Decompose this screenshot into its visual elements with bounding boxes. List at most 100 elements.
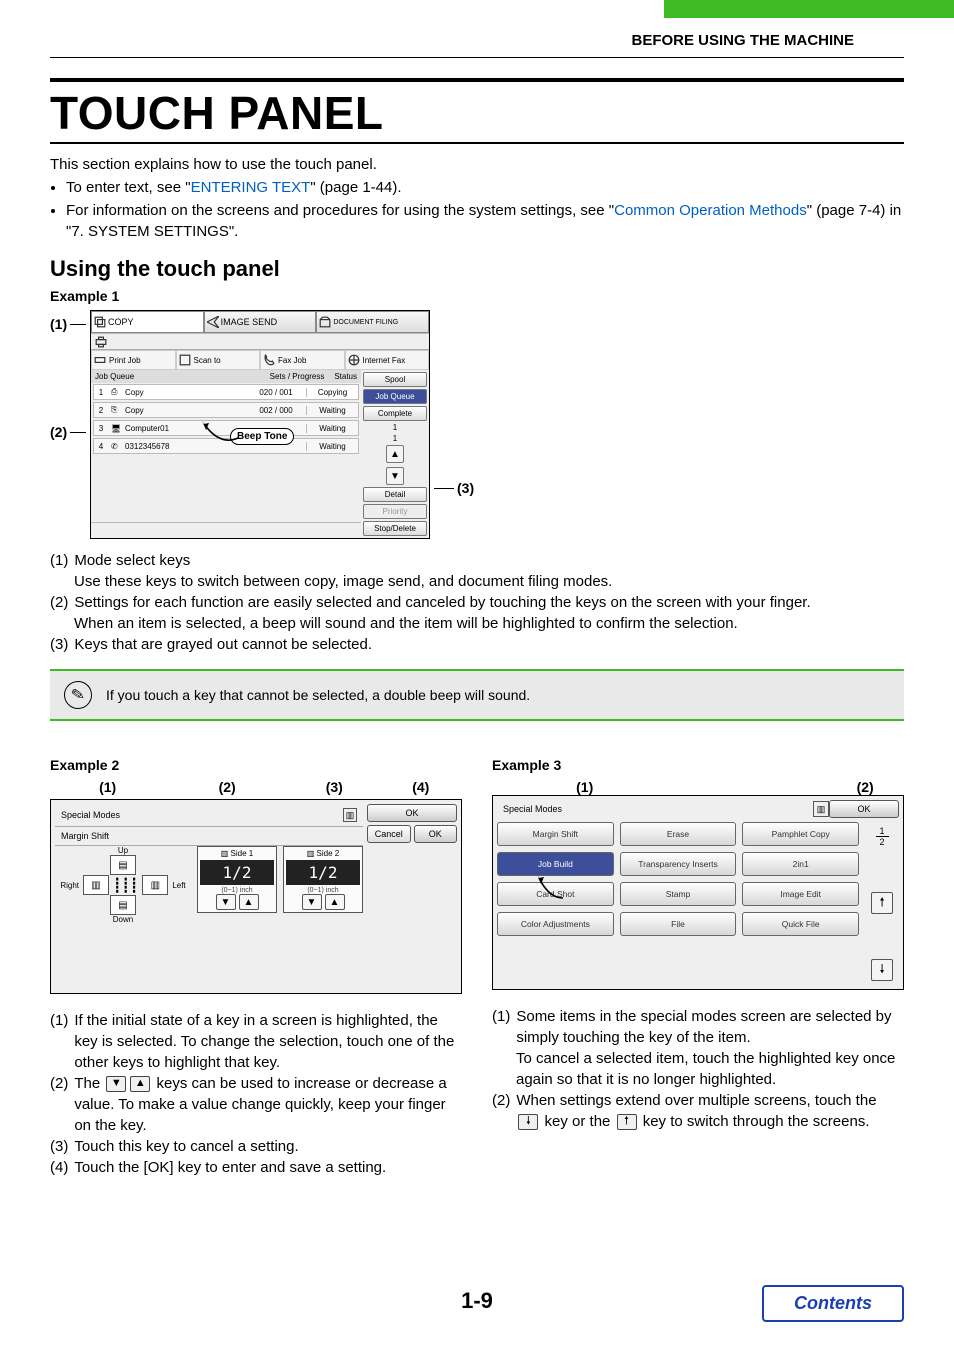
list-item: (3)Touch this key to cancel a setting. [50,1136,462,1157]
table-row[interactable]: 1 ⎙ Copy 020 / 001 Copying [93,384,359,400]
sub-tab-fax[interactable]: Fax Job [260,350,345,370]
special-mode-button[interactable]: File [620,912,737,936]
list-item: (3) Keys that are grayed out cannot be se… [50,634,904,655]
num: (1) [492,1006,510,1048]
cell: 2 [94,406,108,415]
stop-delete-button[interactable]: Stop/Delete [363,521,427,536]
list-item: (1)Mode select keys [50,550,904,571]
text: Touch the [OK] key to enter and save a s… [74,1157,386,1178]
list-body: Use these keys to switch between copy, i… [74,571,904,592]
decrease-button[interactable]: ▼ [216,894,236,910]
scroll-up-button[interactable]: ▲ [386,445,404,463]
cell: Copying [306,388,358,397]
printer-icon [94,354,106,366]
text: When settings extend over multiple scree… [516,1090,904,1132]
callout-1: (1) [50,316,86,332]
link-common-ops[interactable]: Common Operation Methods [614,202,807,219]
mode-tab-doc-filing[interactable]: DOCUMENT FILING [316,311,429,333]
num: (2) [50,592,68,613]
text: The ▼▲ keys can be used to increase or d… [74,1073,462,1136]
link-entering-text[interactable]: ENTERING TEXT [191,179,311,196]
marker: (3) [289,779,380,795]
dir-left: Left [172,881,185,890]
doc-icon: ▥ [343,808,357,822]
right-icon[interactable]: ▥ [83,875,109,895]
range: (0~1) inch [286,887,360,894]
cell: Waiting [306,406,358,415]
cell: Waiting [306,424,358,433]
special-mode-button[interactable]: Erase [620,822,737,846]
callout-3: (3) [434,480,474,496]
special-mode-button[interactable]: 2in1 [742,852,859,876]
touch-panel-figure-1: COPY IMAGE SEND DOCUMENT FILING [90,310,430,539]
cell: 020 / 001 [246,388,306,397]
label: Fax Job [278,356,306,365]
up-icon[interactable]: ▤ [110,855,136,875]
special-mode-button[interactable]: Transparency Inserts [620,852,737,876]
sub-tab-ifax[interactable]: Internet Fax [345,350,430,370]
label: Scan to [194,356,221,365]
down-arrow-key-icon: 🠗 [518,1114,538,1130]
pointer-icon [535,872,565,902]
decrease-button[interactable]: ▼ [302,894,322,910]
brand-stripe [664,0,954,18]
up-arrow-key-icon: 🠕 [617,1114,637,1130]
text: " (page 1-44). [310,179,401,196]
left-icon[interactable]: ▥ [142,875,168,895]
special-mode-button[interactable]: Margin Shift [497,822,614,846]
page-up-button[interactable]: 🠕 [871,892,893,914]
mode-tab-copy[interactable]: COPY [91,311,204,333]
special-mode-button[interactable]: Stamp [620,882,737,906]
dir-down: Down [55,915,191,924]
sub-tab-print[interactable]: Print Job [91,350,176,370]
spool-button[interactable]: Spool [363,372,427,387]
panel-title: Special Modes [497,800,813,818]
footer-bar [91,522,361,538]
increase-button[interactable]: ▲ [325,894,345,910]
special-mode-button[interactable]: Image Edit [742,882,859,906]
hdr: Job Queue [95,372,134,381]
scroll-down-button[interactable]: ▼ [386,467,404,485]
increase-button[interactable]: ▲ [239,894,259,910]
table-row[interactable]: 2 ⎘ Copy 002 / 000 Waiting [93,402,359,418]
rule [50,142,904,144]
mode-tab-image-send[interactable]: IMAGE SEND [204,311,317,333]
sub-tab-scan[interactable]: Scan to [176,350,261,370]
ok-button[interactable]: OK [829,800,899,818]
callout-2: (2) [50,424,86,440]
touch-panel-figure-3: Special Modes ▥ OK Margin Shift Job Buil… [492,795,904,990]
label: Print Job [109,356,141,365]
num: (1) [50,550,68,571]
cell: 3 [94,424,108,433]
ok-button-2[interactable]: OK [414,825,458,843]
filing-icon [319,316,331,328]
cell: 1 [94,388,108,397]
complete-button[interactable]: Complete [363,406,427,421]
down-icon[interactable]: ▤ [110,895,136,915]
num: (3) [50,634,68,655]
text: Settings for each function are easily se… [74,592,810,613]
pencil-icon [62,679,94,711]
rule [50,78,904,82]
cancel-button[interactable]: Cancel [367,825,411,843]
cell: Copy [122,406,246,415]
intro-text: This section explains how to use the tou… [50,154,904,175]
page-down-button[interactable]: 🠗 [871,959,893,981]
detail-button[interactable]: Detail [363,487,427,502]
list-body: To cancel a selected item, touch the hig… [516,1048,904,1090]
special-mode-button[interactable]: Color Adjustments [497,912,614,936]
contents-button[interactable]: Contents [762,1285,904,1322]
job-queue-button[interactable]: Job Queue [363,389,427,404]
cell: 002 / 000 [246,406,306,415]
count: 1 [363,434,427,443]
doc-icon: ▥ [813,801,829,817]
ok-button[interactable]: OK [367,804,457,822]
marker: (2) [688,779,894,795]
side2-value: 1/2 [286,860,360,885]
panel-subtitle: Margin Shift [61,831,357,841]
special-mode-button[interactable]: Pamphlet Copy [742,822,859,846]
special-mode-button[interactable]: Quick File [742,912,859,936]
row-icon: ⎘ [108,405,122,415]
row-icon: ✆ [108,442,122,451]
text: Keys that are grayed out cannot be selec… [74,634,372,655]
